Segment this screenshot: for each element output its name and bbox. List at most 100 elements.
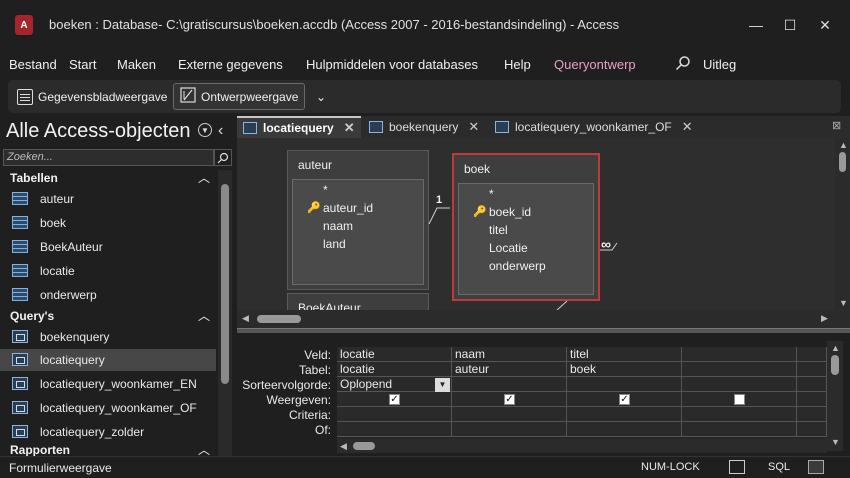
access-app-icon[interactable]: A <box>15 15 33 35</box>
group-header-rapporten[interactable]: Rapporten ︿ <box>0 444 218 456</box>
close-icon[interactable]: ✕ <box>682 119 693 135</box>
nav-item-auteur[interactable]: auteur <box>0 188 216 210</box>
cell-sort-3[interactable] <box>567 377 682 392</box>
nav-item-locatiequery-zolder[interactable]: locatiequery_zolder <box>0 421 216 443</box>
cell-of-3[interactable] <box>567 422 682 437</box>
cell-show-5[interactable] <box>797 392 827 407</box>
ribbon-toolbar: Gegevensbladweergave Ontwerpweergave ⌄ <box>8 80 841 113</box>
nav-item-label: locatiequery_woonkamer_EN <box>40 377 197 391</box>
datasheet-icon <box>17 88 33 105</box>
grid-vertical-scrollbar[interactable]: ▲ ▼ <box>827 341 843 451</box>
scroll-thumb[interactable] <box>831 355 839 375</box>
sql-view-button[interactable]: SQL <box>768 461 790 473</box>
cell-criteria-3[interactable] <box>567 407 682 422</box>
nav-search-input[interactable]: Zoeken... <box>3 149 214 166</box>
toolbar-more-button[interactable]: ⌄ <box>310 83 332 110</box>
grid-horizontal-scrollbar[interactable]: ◀ <box>337 439 827 453</box>
close-all-icon[interactable]: ⊠ <box>832 119 841 132</box>
tab-locatiequery-woonkamer-of[interactable]: locatiequery_woonkamer_OF ✕ <box>489 116 699 138</box>
cell-veld-1[interactable]: locatie <box>337 347 452 362</box>
menu-hulpmiddelen[interactable]: Hulpmiddelen voor databases <box>306 57 478 72</box>
collapse-pane-icon[interactable]: ‹ <box>218 122 223 140</box>
nav-item-boekenquery[interactable]: boekenquery <box>0 326 216 348</box>
cell-of-2[interactable] <box>452 422 567 437</box>
scroll-up-icon[interactable]: ▲ <box>831 343 840 353</box>
cell-of-1[interactable] <box>337 422 452 437</box>
maximize-button[interactable]: ☐ <box>777 12 803 38</box>
menu-maken[interactable]: Maken <box>117 57 156 72</box>
group-header-tabellen[interactable]: Tabellen ︿ <box>0 169 218 187</box>
query-design-area[interactable]: auteur * 🔑 auteur_id naam land BoekAuteu… <box>237 138 837 310</box>
chevron-down-icon[interactable]: ▼ <box>435 378 450 392</box>
design-vertical-scrollbar[interactable]: ▲ ▼ <box>835 138 850 328</box>
design-view-button[interactable]: Ontwerpweergave <box>173 83 306 110</box>
cell-criteria-5[interactable] <box>797 407 827 422</box>
scroll-down-icon[interactable]: ▼ <box>831 437 840 447</box>
tab-boekenquery[interactable]: boekenquery ✕ <box>363 116 487 138</box>
datasheet-view-icon[interactable] <box>729 460 745 474</box>
nav-item-boek[interactable]: boek <box>0 212 216 234</box>
cell-criteria-4[interactable] <box>682 407 797 422</box>
cell-criteria-2[interactable] <box>452 407 567 422</box>
minimize-button[interactable]: — <box>743 12 769 38</box>
nav-scrollbar[interactable] <box>218 170 232 456</box>
search-icon[interactable] <box>675 55 691 74</box>
scroll-thumb[interactable] <box>221 184 229 384</box>
show-checkbox-1[interactable]: ✓ <box>389 394 400 405</box>
show-checkbox-2[interactable]: ✓ <box>504 394 515 405</box>
menu-help[interactable]: Help <box>504 57 531 72</box>
scroll-thumb[interactable] <box>839 152 846 172</box>
nav-item-locatiequery[interactable]: locatiequery <box>0 349 216 371</box>
show-checkbox-3[interactable]: ✓ <box>619 394 630 405</box>
design-horizontal-scrollbar[interactable]: ◀ ▶ <box>237 310 835 328</box>
chevron-down-icon[interactable]: ▼ <box>198 123 212 137</box>
nav-item-locatie[interactable]: locatie <box>0 260 216 282</box>
menu-start[interactable]: Start <box>69 57 96 72</box>
cell-veld-3[interactable]: titel <box>567 347 682 362</box>
grid-cells: locatie locatie Oplopend ▼ ✓ naam auteur… <box>337 347 827 439</box>
cell-veld-2[interactable]: naam <box>452 347 567 362</box>
cell-tabel-1[interactable]: locatie <box>337 362 452 377</box>
scroll-right-icon[interactable]: ▶ <box>821 313 828 324</box>
tab-locatiequery[interactable]: locatiequery ✕ <box>237 116 361 138</box>
scroll-left-icon[interactable]: ◀ <box>242 313 249 324</box>
close-icon[interactable]: ✕ <box>468 119 479 135</box>
table-icon <box>12 192 28 205</box>
scroll-thumb[interactable] <box>353 442 375 450</box>
scroll-up-icon[interactable]: ▲ <box>839 140 848 150</box>
menu-externe-gegevens[interactable]: Externe gegevens <box>178 57 283 72</box>
design-view-icon[interactable] <box>808 460 824 474</box>
close-button[interactable]: ✕ <box>812 12 838 38</box>
scroll-down-icon[interactable]: ▼ <box>839 298 848 308</box>
cell-sort-2[interactable] <box>452 377 567 392</box>
menu-queryontwerp[interactable]: Queryontwerp <box>554 57 636 72</box>
show-checkbox-4[interactable] <box>734 394 745 405</box>
nav-item-onderwerp[interactable]: onderwerp <box>0 284 216 306</box>
cell-sort-5[interactable] <box>797 377 827 392</box>
datasheet-view-button[interactable]: Gegevensbladweergave <box>11 83 173 110</box>
cell-tabel-2[interactable]: auteur <box>452 362 567 377</box>
status-view-mode: Formulierweergave <box>9 461 112 475</box>
cell-tabel-4[interactable] <box>682 362 797 377</box>
scroll-thumb[interactable] <box>257 315 301 323</box>
nav-pane-title[interactable]: Alle Access-objecten <box>6 120 191 143</box>
datasheet-view-label: Gegevensbladweergave <box>38 89 168 104</box>
group-header-querys[interactable]: Query's ︿ <box>0 307 218 325</box>
menu-uitleg[interactable]: Uitleg <box>703 57 736 72</box>
cell-tabel-5[interactable] <box>797 362 827 377</box>
cell-criteria-1[interactable] <box>337 407 452 422</box>
nav-item-locatiequery-woonkamer-of[interactable]: locatiequery_woonkamer_OF <box>0 397 216 419</box>
search-icon[interactable] <box>214 149 232 166</box>
cell-sort-4[interactable] <box>682 377 797 392</box>
menu-bestand[interactable]: Bestand <box>9 57 57 72</box>
cell-tabel-3[interactable]: boek <box>567 362 682 377</box>
cell-veld-5[interactable] <box>797 347 827 362</box>
nav-item-locatiequery-woonkamer-en[interactable]: locatiequery_woonkamer_EN <box>0 373 216 395</box>
cell-of-5[interactable] <box>797 422 827 437</box>
cell-of-4[interactable] <box>682 422 797 437</box>
close-icon[interactable]: ✕ <box>344 120 355 136</box>
cell-veld-4[interactable] <box>682 347 797 362</box>
nav-item-boekauteur[interactable]: BoekAuteur <box>0 236 216 258</box>
scroll-left-icon[interactable]: ◀ <box>340 441 347 452</box>
relation-one-label: 1 <box>436 194 443 206</box>
